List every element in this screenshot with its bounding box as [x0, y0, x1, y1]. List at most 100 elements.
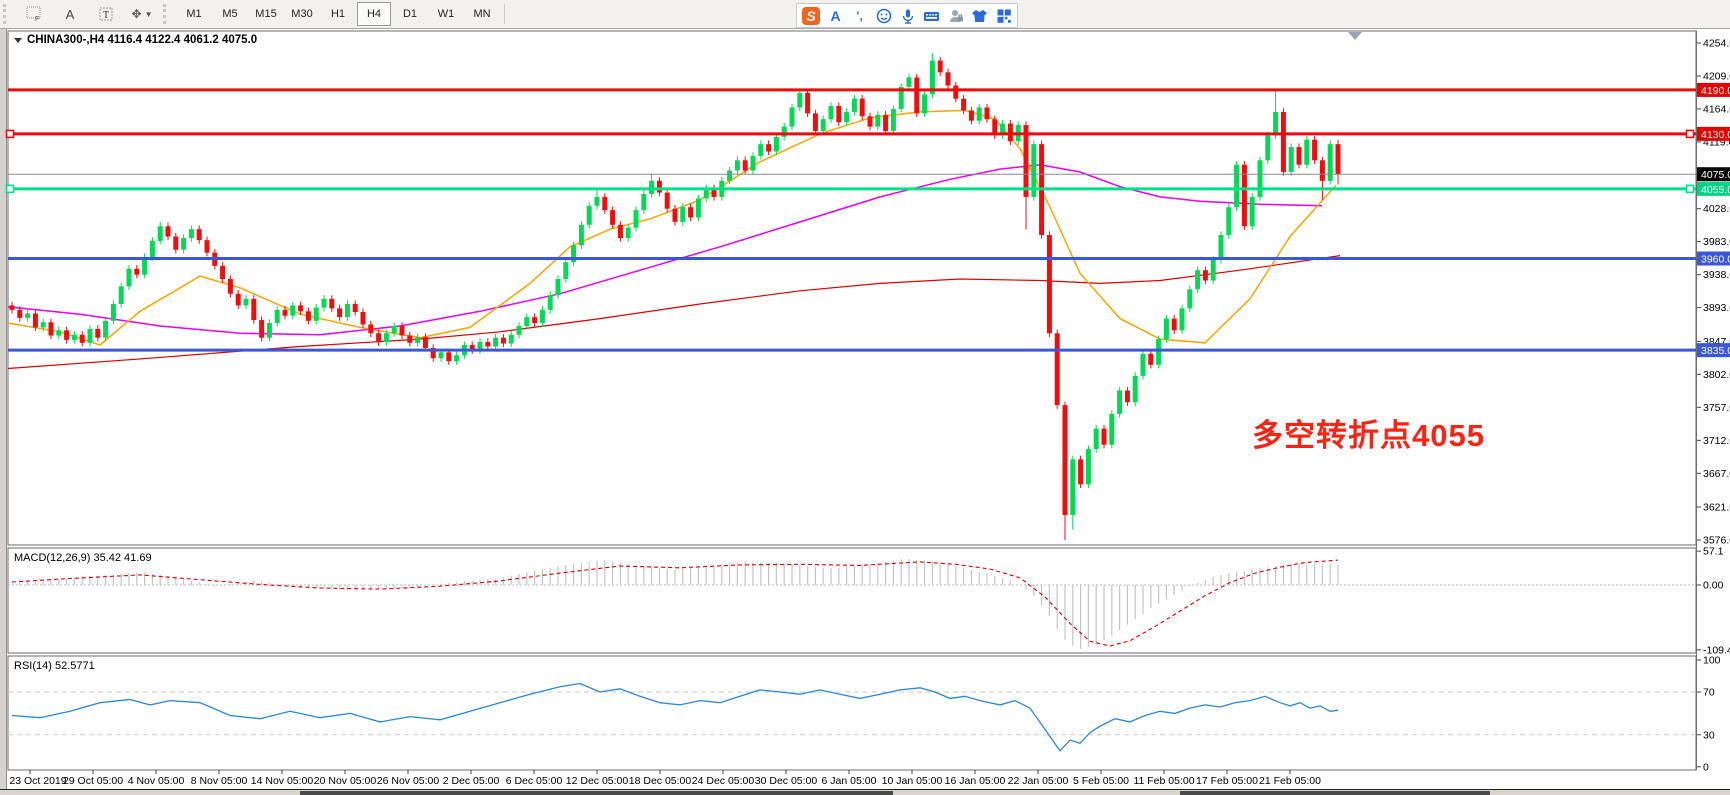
candle-body: [181, 238, 186, 250]
price-tick-label: 3757.0: [1703, 402, 1730, 414]
toolbar-grip[interactable]: [163, 4, 173, 24]
candle-body: [275, 310, 280, 323]
candle-body: [220, 266, 225, 279]
candle-body: [361, 312, 366, 324]
candle-body: [103, 321, 108, 338]
ime-skin-icon[interactable]: [971, 7, 988, 24]
candle-body: [1086, 449, 1091, 484]
candle-body: [400, 326, 405, 336]
rsi-tick-label: 70: [1703, 687, 1715, 699]
date-tick-label: 30 Dec 05:00: [755, 775, 818, 787]
macd-tick-label: 57.1: [1703, 546, 1724, 558]
candle-body: [1234, 165, 1239, 208]
candle-body: [1164, 319, 1169, 340]
font-icon[interactable]: A: [53, 2, 87, 26]
candle-body: [111, 304, 116, 321]
candle-body: [1219, 235, 1224, 260]
candle-body: [883, 115, 888, 131]
line-handle[interactable]: [7, 130, 14, 137]
price-badge-label: 4190.0: [1701, 85, 1730, 97]
date-tick-label: 20 Nov 05:00: [314, 775, 377, 787]
ime-microphone-icon[interactable]: [899, 7, 916, 24]
candle-body: [821, 119, 826, 131]
ime-emoji-icon[interactable]: [875, 7, 892, 24]
line-handle[interactable]: [1687, 130, 1694, 137]
candle-body: [688, 207, 693, 217]
candle-body: [548, 295, 553, 310]
date-tick-label: 6 Jan 05:00: [822, 775, 877, 787]
timeframe-button-m15[interactable]: M15: [249, 2, 283, 26]
price-tick-label: 4254.0: [1703, 38, 1730, 50]
candle-body: [1336, 144, 1341, 174]
candle-body: [454, 355, 459, 361]
date-tick-label: 8 Nov 05:00: [191, 775, 248, 787]
candle-body: [532, 317, 537, 323]
candle-body: [1117, 390, 1122, 413]
date-tick-label: 23 Oct 2019: [9, 775, 66, 787]
toolbar-grip[interactable]: [3, 4, 13, 24]
grid-f-icon[interactable]: F: [17, 2, 51, 26]
candle-body: [805, 93, 810, 114]
candle-body: [306, 311, 311, 321]
price-badge-label: 4055.0: [1701, 184, 1730, 196]
candle-body: [665, 193, 670, 209]
svg-text:F: F: [35, 16, 39, 22]
price-chart-canvas[interactable]: 4254.04209.04164.04119.04028.03983.03938…: [0, 0, 1730, 795]
ime-mode-icon[interactable]: A: [827, 7, 844, 24]
candle-body: [1133, 376, 1138, 402]
ime-punctuation-icon[interactable]: ’,: [851, 7, 868, 24]
macd-label: MACD(12,26,9) 35.42 41.69: [14, 552, 152, 564]
sogou-logo-icon[interactable]: S: [802, 7, 820, 25]
timeframe-button-mn[interactable]: MN: [465, 2, 499, 26]
timeframe-button-h4[interactable]: H4: [357, 2, 391, 26]
candle-body: [1281, 112, 1286, 172]
line-handle[interactable]: [7, 185, 14, 192]
candle-body: [189, 229, 194, 238]
ime-login-icon[interactable]: [947, 7, 964, 24]
candle-body: [158, 226, 163, 241]
candle-body: [1055, 333, 1060, 405]
panel-frame-1: [8, 548, 1696, 653]
timeframe-button-m30[interactable]: M30: [285, 2, 319, 26]
timeframe-button-m1[interactable]: M1: [177, 2, 211, 26]
candle-body: [1148, 354, 1153, 365]
timeframe-button-d1[interactable]: D1: [393, 2, 427, 26]
candle-body: [540, 310, 545, 323]
rsi-label: RSI(14) 52.5771: [14, 660, 95, 672]
grid-f-icon: F: [26, 6, 42, 22]
date-tick-label: 6 Dec 05:00: [506, 775, 563, 787]
date-tick-label: 5 Feb 05:00: [1073, 775, 1129, 787]
candle-body: [790, 108, 795, 127]
price-tick-label: 3938.0: [1703, 269, 1730, 281]
candle-body: [72, 335, 77, 340]
candle-body: [166, 226, 171, 236]
candle-body: [493, 338, 498, 347]
candle-body: [657, 181, 662, 193]
draw-tools-button[interactable]: ✥▼: [125, 2, 159, 26]
candle-body: [353, 304, 358, 312]
candle-body: [634, 210, 639, 228]
ime-keyboard-icon[interactable]: [923, 7, 940, 24]
candle-body: [33, 313, 38, 327]
date-tick-label: 4 Nov 05:00: [128, 775, 185, 787]
candle-body: [969, 110, 974, 120]
line-handle[interactable]: [1687, 185, 1694, 192]
candle-body: [751, 156, 756, 171]
candle-body: [961, 99, 966, 111]
candle-body: [797, 93, 802, 108]
text-label-icon[interactable]: T: [89, 2, 123, 26]
candle-body: [1289, 147, 1294, 172]
candle-body: [298, 305, 303, 311]
timeframe-button-m5[interactable]: M5: [213, 2, 247, 26]
candle-body: [1070, 459, 1075, 515]
ime-toolbox-icon[interactable]: [995, 7, 1012, 24]
chart-annotation-text[interactable]: 多空转折点4055: [1252, 410, 1485, 455]
taskbar-segment: [1180, 791, 1490, 795]
candle-body: [1125, 390, 1130, 402]
candle-body: [1203, 270, 1208, 280]
price-badge-label: 4075.0: [1701, 169, 1730, 181]
timeframe-button-w1[interactable]: W1: [429, 2, 463, 26]
timeframe-button-h1[interactable]: H1: [321, 2, 355, 26]
candle-body: [813, 113, 818, 131]
candle-body: [766, 144, 771, 151]
